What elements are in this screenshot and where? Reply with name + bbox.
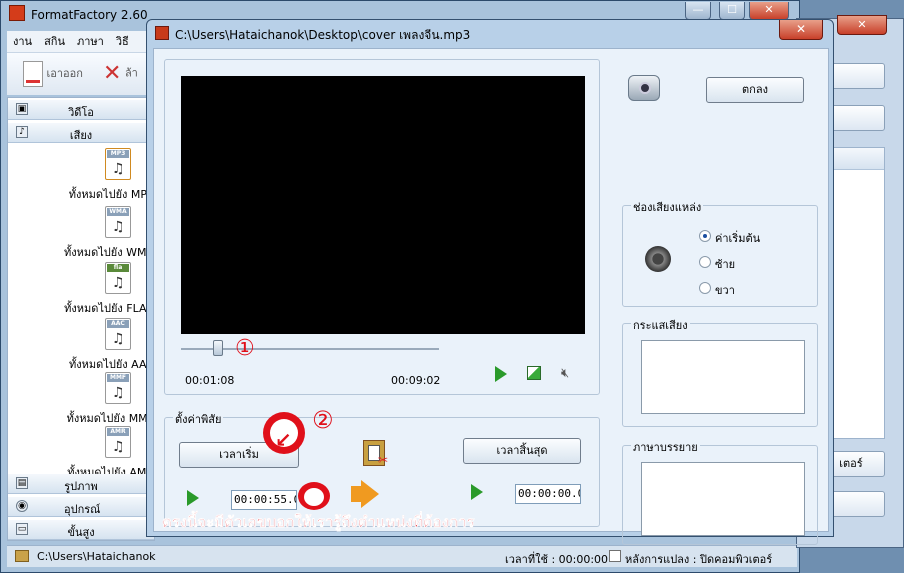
shutdown-after-checkbox[interactable] (609, 550, 621, 562)
dialog-close-button[interactable]: ✕ (779, 20, 823, 40)
menu-skin[interactable]: สกิน (38, 31, 71, 53)
channel-default-radio[interactable] (699, 230, 711, 242)
dialog-client-area: ① 00:01:08 00:09:02 🔇︎ ตกลง ช่องเสียงแหล… (153, 48, 829, 545)
format-item-mmf[interactable]: MMF ♫ ทั้งหมดไปยัง MMF (8, 372, 154, 430)
format-label: ทั้งหมดไปยัง MP3 (68, 188, 154, 201)
audio-stream-title: กระแสเสียง (631, 316, 690, 334)
main-close-button[interactable]: ✕ (749, 2, 789, 20)
start-time-field[interactable]: 00:00:55.00 (231, 490, 297, 510)
category-audio[interactable]: ♪ เสียง (8, 123, 154, 143)
amr-file-icon: AMR ♫ (105, 426, 131, 458)
annotation-arrow-caption-icon (298, 482, 330, 510)
main-title-bar (9, 5, 25, 27)
folder-icon (15, 550, 29, 562)
flac-file-icon: fla ♫ (105, 262, 131, 294)
annotation-arrow-2-icon: ↙ (263, 412, 305, 454)
audio-channel-group: ช่องเสียงแหล่ง ค่าเริ่มต้น ซ้าย ขวา (622, 198, 818, 307)
audio-stream-list[interactable] (641, 340, 805, 414)
remove-toolbar-button[interactable]: เอาออก (23, 61, 83, 87)
clip-settings-title: ตั้งค่าพิสัย (173, 410, 224, 428)
seek-thumb[interactable] (213, 340, 224, 356)
mmf-file-icon: MMF ♫ (105, 372, 131, 404)
maximize-button[interactable]: ☐ (719, 2, 745, 20)
format-item-mp3[interactable]: MP3 ♫ ทั้งหมดไปยัง MP3 (8, 148, 154, 206)
output-path[interactable]: C:\Users\Hataichanok (37, 550, 156, 563)
audio-channel-title: ช่องเสียงแหล่ง (631, 198, 704, 216)
mp3-file-icon: MP3 ♫ (105, 148, 131, 180)
channel-right-label: ขวา (715, 284, 735, 297)
format-factory-logo-icon (9, 5, 25, 21)
remove-icon (23, 61, 43, 87)
category-rom-dvd[interactable]: ◉ อุปกรณ์ ROM\DVD (8, 497, 154, 531)
film-cut-icon: ✂ (363, 440, 388, 467)
end-time-button[interactable]: เวลาสิ้นสุด (463, 438, 581, 464)
format-item-aac[interactable]: AAC ♫ ทั้งหมดไปยัง AAC (8, 318, 154, 376)
format-item-wma[interactable]: WMA ♫ ทั้งหมดไปยัง WMA (8, 206, 154, 264)
dialog-title: C:\Users\Hataichanok\Desktop\cover เพลงจ… (175, 28, 471, 42)
clear-toolbar-button[interactable]: ✕ ล้า (103, 61, 138, 86)
minimize-button[interactable]: — (685, 2, 711, 20)
video-panel: ① 00:01:08 00:09:02 🔇︎ (164, 59, 600, 395)
play-icon[interactable] (495, 366, 507, 382)
menu-bar: งาน สกิน ภาษา วิธี (7, 31, 147, 53)
format-label: ทั้งหมดไปยัง WMA (64, 246, 154, 259)
stop-icon[interactable] (527, 366, 541, 380)
arrow-shaft (351, 486, 361, 502)
category-advanced[interactable]: ▭ ขั้นสูง (8, 520, 154, 540)
menu-task[interactable]: งาน (7, 31, 38, 53)
format-item-flac[interactable]: fla ♫ ทั้งหมดไปยัง FLAC (8, 262, 154, 320)
annotation-caption: ตรงนี้จะมีตัวเลขบอกให้เรารู้ถึงตำแหน่งที… (162, 513, 475, 531)
play-from-start-icon[interactable] (187, 490, 199, 506)
subtitle-title: ภาษาบรรยาย (631, 438, 700, 456)
format-label: ทั้งหมดไปยัง FLAC (64, 302, 154, 315)
clip-dialog: C:\Users\Hataichanok\Desktop\cover เพลงจ… (146, 19, 834, 545)
end-time-field[interactable]: 00:00:00.00 (515, 484, 581, 504)
total-time: 00:09:02 (391, 374, 441, 387)
status-bar: C:\Users\Hataichanok เวลาที่ใช้ : 00:00:… (7, 545, 797, 567)
video-preview (181, 76, 585, 334)
elapsed-time: เวลาที่ใช้ : 00:00:00 (505, 553, 609, 566)
clear-icon: ✕ (103, 61, 122, 86)
toolbar: เอาออก ✕ ล้า (7, 53, 147, 95)
wma-file-icon: WMA ♫ (105, 206, 131, 238)
format-label: ทั้งหมดไปยัง AAC (69, 358, 154, 371)
main-window-title: FormatFactory 2.60 (31, 8, 148, 22)
channel-left-label: ซ้าย (715, 258, 736, 271)
audio-stream-group: กระแสเสียง (622, 316, 818, 427)
channel-left-radio[interactable] (699, 256, 711, 268)
mute-icon[interactable]: 🔇︎ (561, 366, 569, 381)
menu-help[interactable]: วิธี (110, 31, 135, 53)
channel-default-label: ค่าเริ่มต้น (715, 232, 761, 245)
annotation-marker-1: ① (235, 336, 255, 361)
play-to-end-icon[interactable] (471, 484, 483, 500)
conversion-sidebar: ▣ วิดีโอ ♪ เสียง MP3 ♫ ทั้งหมดไปยัง MP3 W… (7, 97, 155, 541)
format-label: ทั้งหมดไปยัง MMF (66, 412, 154, 425)
category-video[interactable]: ▣ วิดีโอ (8, 100, 154, 120)
speaker-icon (645, 246, 671, 272)
background-close-button[interactable]: ✕ (837, 15, 887, 35)
current-time: 00:01:08 (185, 374, 235, 387)
after-convert-label: หลังการแปลง : ปิดคอมพิวเตอร์ (625, 553, 773, 566)
film-logo-icon (155, 26, 169, 40)
annotation-marker-2: ② (312, 406, 334, 434)
camera-snapshot-icon[interactable] (628, 75, 660, 101)
menu-language[interactable]: ภาษา (71, 31, 110, 53)
arrow-right-icon (361, 480, 379, 508)
subtitle-list[interactable] (641, 462, 805, 536)
subtitle-group: ภาษาบรรยาย (622, 438, 818, 545)
channel-right-radio[interactable] (699, 282, 711, 294)
aac-file-icon: AAC ♫ (105, 318, 131, 350)
ok-button[interactable]: ตกลง (706, 77, 804, 103)
category-image[interactable]: ▤ รูปภาพ (8, 474, 154, 494)
